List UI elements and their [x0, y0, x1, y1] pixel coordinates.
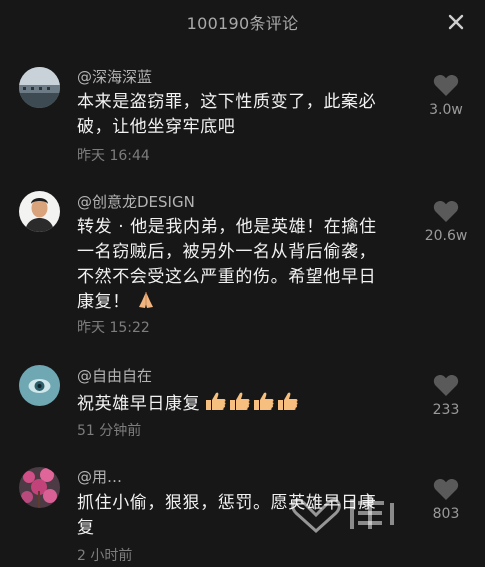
- close-button[interactable]: [445, 11, 467, 33]
- comment-time: 昨天 16:44: [77, 148, 150, 164]
- folded-hands-icon: [136, 290, 156, 318]
- comment-time: 昨天 15:22: [77, 320, 150, 336]
- close-icon: [448, 14, 464, 30]
- avatar[interactable]: [19, 191, 60, 232]
- comment-text-line: 一名窃贼后，被另外一名从背后偷袭，: [77, 242, 377, 262]
- comment-username[interactable]: @深海深蓝: [77, 66, 152, 87]
- heart-icon: [433, 479, 459, 500]
- comments-header: 100190条评论: [0, 0, 485, 44]
- comment-text: 本来是盗窃罪，这下性质变了，此案必 破，让他坐穿牢底吧: [77, 90, 422, 140]
- avatar[interactable]: [19, 365, 60, 406]
- comment-text-line: 不然不会受这么严重的伤。希望他早日: [77, 267, 377, 287]
- comment-text-line: 破，让他坐穿牢底吧: [77, 117, 236, 137]
- comment-text: 抓住小偷，狠狠，惩罚。愿英雄早日康 复: [77, 491, 422, 541]
- comment-text-line: 祝英雄早日康复: [77, 390, 422, 420]
- heart-icon: [433, 201, 459, 222]
- comment-text-line: 本来是盗窃罪，这下性质变了，此案必: [77, 92, 377, 112]
- heart-icon: [433, 375, 459, 396]
- like-count: 803: [432, 506, 460, 522]
- like-button[interactable]: 20.6w: [421, 200, 471, 244]
- comment-username[interactable]: @创意龙DESIGN: [77, 191, 195, 212]
- comment-text-segment: 康复！: [77, 292, 130, 312]
- like-count: 3.0w: [429, 102, 463, 118]
- thumbs-up-icon: [204, 390, 298, 420]
- comments-count-title: 100190条评论: [186, 14, 299, 33]
- comment-text: 祝英雄早日康复: [77, 390, 422, 420]
- like-button[interactable]: 803: [421, 478, 471, 522]
- comment-username[interactable]: @自由自在: [77, 365, 152, 386]
- like-count: 20.6w: [424, 228, 468, 244]
- like-button[interactable]: 233: [421, 374, 471, 418]
- like-count: 233: [432, 402, 460, 418]
- comments-panel: 100190条评论 @深海深蓝 本来是盗窃罪，这下性质变了，此案必 破，让他坐穿…: [0, 0, 485, 567]
- comment-text-line: 抓住小偷，狠狠，惩罚。愿英雄早日康: [77, 493, 377, 513]
- avatar[interactable]: [19, 467, 60, 508]
- avatar[interactable]: [19, 67, 60, 108]
- comment-text-segment: 祝英雄早日康复: [77, 394, 201, 414]
- comment-text-line: 转发 · 他是我内弟，他是英雄！在擒住: [77, 217, 377, 237]
- comment-text: 转发 · 他是我内弟，他是英雄！在擒住 一名窃贼后，被另外一名从背后偷袭， 不然…: [77, 215, 422, 318]
- comment-time: 51 分钟前: [77, 423, 142, 439]
- comment-time: 2 小时前: [77, 548, 133, 564]
- comment-username[interactable]: @用…: [77, 466, 122, 487]
- comment-text-line: 复: [77, 518, 95, 538]
- comment-text-line: 康复！: [77, 290, 422, 318]
- heart-icon: [433, 75, 459, 96]
- like-button[interactable]: 3.0w: [421, 74, 471, 118]
